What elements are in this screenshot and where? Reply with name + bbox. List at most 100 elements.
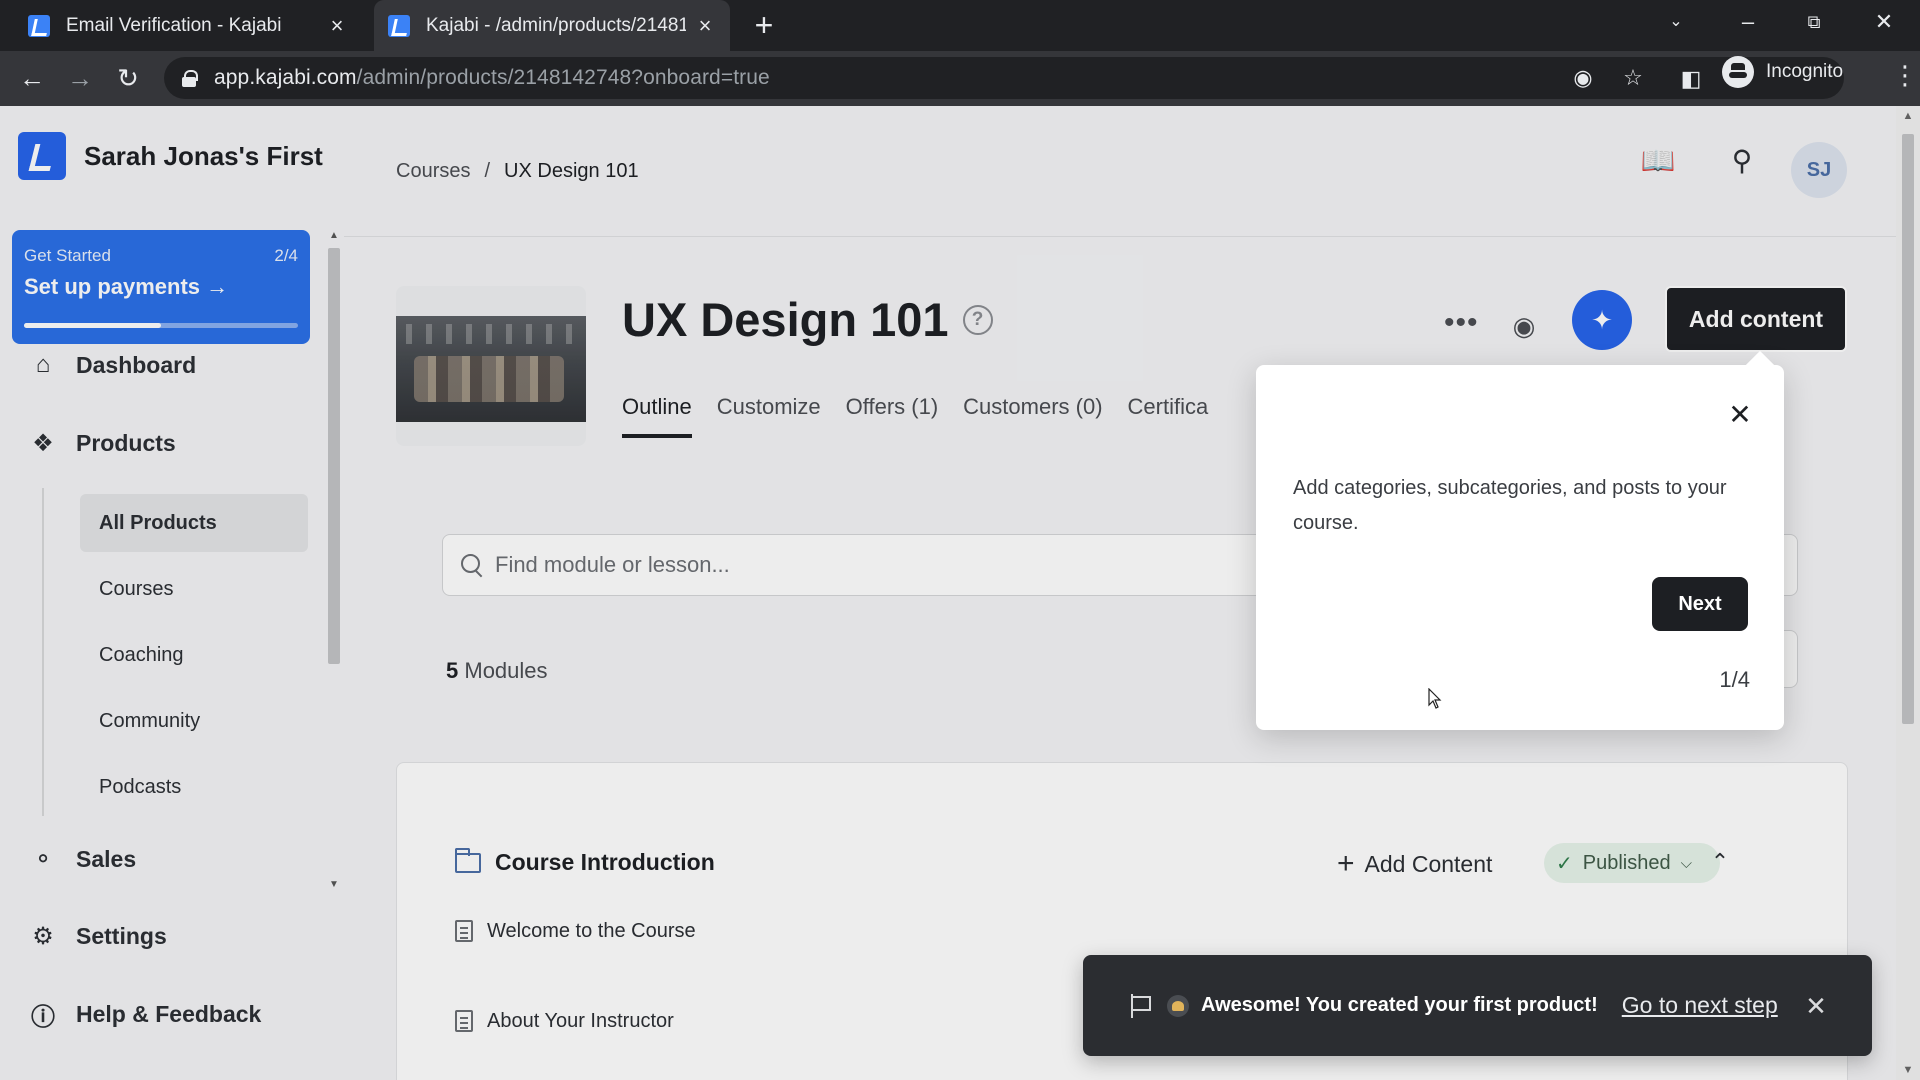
close-icon[interactable]: ✕ — [1726, 401, 1754, 429]
chevron-down-icon: ⌵ — [1680, 854, 1692, 872]
browser-menu-icon[interactable]: ⋮ — [1892, 60, 1918, 90]
url-host: app.kajabi.com — [214, 66, 357, 89]
sidebar-subitem-label: Courses — [99, 577, 174, 600]
sidebar-subitem-podcasts[interactable]: Podcasts — [80, 758, 308, 816]
tab-search-icon[interactable]: ⌄ — [1648, 0, 1704, 46]
sidebar-subitem-community[interactable]: Community — [80, 692, 308, 750]
browser-toolbar: ← → ↻ app.kajabi.com/admin/products/2148… — [0, 51, 1920, 106]
sidebar-item-help[interactable]: ⓘ Help & Feedback — [28, 999, 261, 1031]
sidebar-item-label: Sales — [76, 845, 137, 872]
list-item[interactable]: Welcome to the Course — [455, 899, 1835, 963]
scroll-up-icon[interactable]: ▲ — [1896, 110, 1920, 122]
flag-icon — [1129, 993, 1151, 1018]
sidebar-subitem-coaching[interactable]: Coaching — [80, 626, 308, 684]
page-scroll-thumb[interactable] — [1902, 134, 1914, 724]
more-options-icon[interactable]: ••• — [1444, 306, 1479, 340]
next-button[interactable]: Next — [1652, 577, 1748, 631]
lesson-title: About Your Instructor — [487, 1009, 674, 1032]
sidebar-item-settings[interactable]: ⚙ Settings — [28, 921, 167, 951]
tab-certificates[interactable]: Certifica — [1128, 394, 1209, 438]
tab-outline[interactable]: Outline — [622, 394, 692, 438]
back-icon[interactable]: ← — [14, 60, 50, 96]
browser-tab-bar: Email Verification - Kajabi × Kajabi - /… — [0, 0, 1920, 51]
close-icon[interactable]: ✕ — [1801, 991, 1831, 1021]
tab-customize[interactable]: Customize — [717, 394, 821, 438]
close-window-button[interactable]: ✕ — [1856, 0, 1912, 46]
preview-eye-icon[interactable]: ◉ — [1504, 306, 1544, 346]
question-icon[interactable]: ? — [962, 304, 993, 335]
course-thumbnail[interactable] — [396, 286, 586, 446]
course-tabs: Outline Customize Offers (1) Customers (… — [622, 394, 1233, 438]
url-path: /admin/products/2148142748?onboard=true — [356, 66, 770, 89]
reload-icon[interactable]: ↻ — [110, 60, 146, 96]
status-badge[interactable]: ✓ Published ⌵ — [1544, 843, 1720, 883]
breadcrumb-link-courses[interactable]: Courses — [396, 160, 470, 182]
browser-tab[interactable]: Email Verification - Kajabi × — [14, 0, 362, 51]
get-started-progress-bar — [24, 323, 298, 328]
book-icon[interactable]: 📖 — [1638, 140, 1678, 180]
lesson-title: Welcome to the Course — [487, 919, 696, 942]
next-label: Next — [1678, 592, 1722, 615]
close-tab-icon[interactable]: × — [694, 14, 716, 37]
get-started-progress-fill — [24, 323, 161, 328]
site-name: Sarah Jonas's First — [84, 140, 323, 171]
ai-sparkle-icon[interactable]: ✦ — [1572, 290, 1632, 350]
kajabi-favicon-icon — [388, 14, 410, 37]
sidebar: Sarah Jonas's First Get Started 2/4 Set … — [0, 106, 344, 1080]
get-started-card[interactable]: Get Started 2/4 Set up payments → — [12, 230, 310, 344]
new-tab-button[interactable]: + — [748, 9, 780, 42]
kajabi-favicon-icon — [28, 14, 50, 37]
sidebar-scroll-thumb[interactable] — [328, 248, 340, 664]
toast-message: Awesome! You created your first product! — [1201, 994, 1598, 1016]
module-add-content-button[interactable]: + Add Content — [1337, 847, 1492, 881]
party-emoji-icon — [1167, 994, 1189, 1017]
sidebar-item-sales[interactable]: ⚬ Sales — [28, 844, 136, 874]
module-add-content-label: Add Content — [1364, 850, 1493, 877]
avatar[interactable]: SJ — [1791, 142, 1847, 198]
incognito-icon — [1722, 56, 1754, 88]
address-bar[interactable]: app.kajabi.com/admin/products/2148142748… — [164, 57, 1844, 99]
minimize-button[interactable]: – — [1720, 0, 1776, 46]
sidebar-subitem-all-products[interactable]: All Products — [80, 494, 308, 552]
search-icon[interactable]: ⚲ — [1722, 140, 1762, 180]
folder-icon — [455, 847, 481, 873]
page-scrollbar[interactable]: ▲ ▼ — [1896, 106, 1920, 1080]
bookmark-star-icon[interactable]: ☆ — [1618, 63, 1648, 93]
close-tab-icon[interactable]: × — [326, 14, 348, 37]
help-circle-icon: ⓘ — [31, 1003, 55, 1031]
sidebar-item-label: Products — [76, 429, 176, 456]
get-started-progress-text: 2/4 — [274, 246, 298, 265]
site-brand[interactable]: Sarah Jonas's First — [18, 132, 323, 180]
tag-icon: ⚬ — [32, 845, 54, 873]
restore-button[interactable]: ⧉ — [1786, 0, 1842, 46]
scroll-down-icon[interactable]: ▼ — [326, 879, 342, 890]
mouse-cursor-icon — [1428, 688, 1442, 709]
tab-offers[interactable]: Offers (1) — [846, 394, 939, 438]
sidebar-item-label: Settings — [76, 922, 167, 949]
sidebar-subitem-label: All Products — [99, 511, 217, 534]
module-header[interactable]: Course Introduction — [455, 847, 715, 876]
sidebar-scrollbar[interactable]: ▲ ▼ — [326, 230, 342, 890]
scroll-down-icon[interactable]: ▼ — [1896, 1064, 1920, 1076]
sidebar-item-products[interactable]: ❖ Products — [28, 428, 176, 458]
chevron-up-icon[interactable]: ⌃ — [1705, 847, 1735, 877]
tab-customers[interactable]: Customers (0) — [963, 394, 1102, 438]
add-content-button[interactable]: Add content — [1665, 286, 1847, 352]
tracking-protection-eye-icon[interactable]: ◉ — [1568, 63, 1598, 93]
check-icon: ✓ — [1556, 852, 1573, 875]
go-to-next-step-link[interactable]: Go to next step — [1622, 992, 1778, 1019]
sidebar-subitem-label: Coaching — [99, 643, 184, 666]
page-title: UX Design 101 ? — [622, 292, 993, 347]
sidebar-subitem-courses[interactable]: Courses — [80, 560, 308, 618]
avatar-initials: SJ — [1806, 158, 1832, 181]
incognito-indicator[interactable]: Incognito — [1722, 56, 1843, 88]
breadcrumb-separator: / — [484, 160, 491, 182]
url-text: app.kajabi.com/admin/products/2148142748… — [214, 66, 770, 90]
browser-tab-active[interactable]: Kajabi - /admin/products/2148142748 × — [374, 0, 730, 51]
header-divider — [344, 236, 1896, 237]
scroll-up-icon[interactable]: ▲ — [326, 230, 342, 241]
forward-icon[interactable]: → — [62, 60, 98, 96]
box-icon: ❖ — [32, 429, 54, 457]
side-panel-icon[interactable]: ◧ — [1676, 64, 1706, 94]
sidebar-item-dashboard[interactable]: ⌂ Dashboard — [28, 350, 196, 380]
